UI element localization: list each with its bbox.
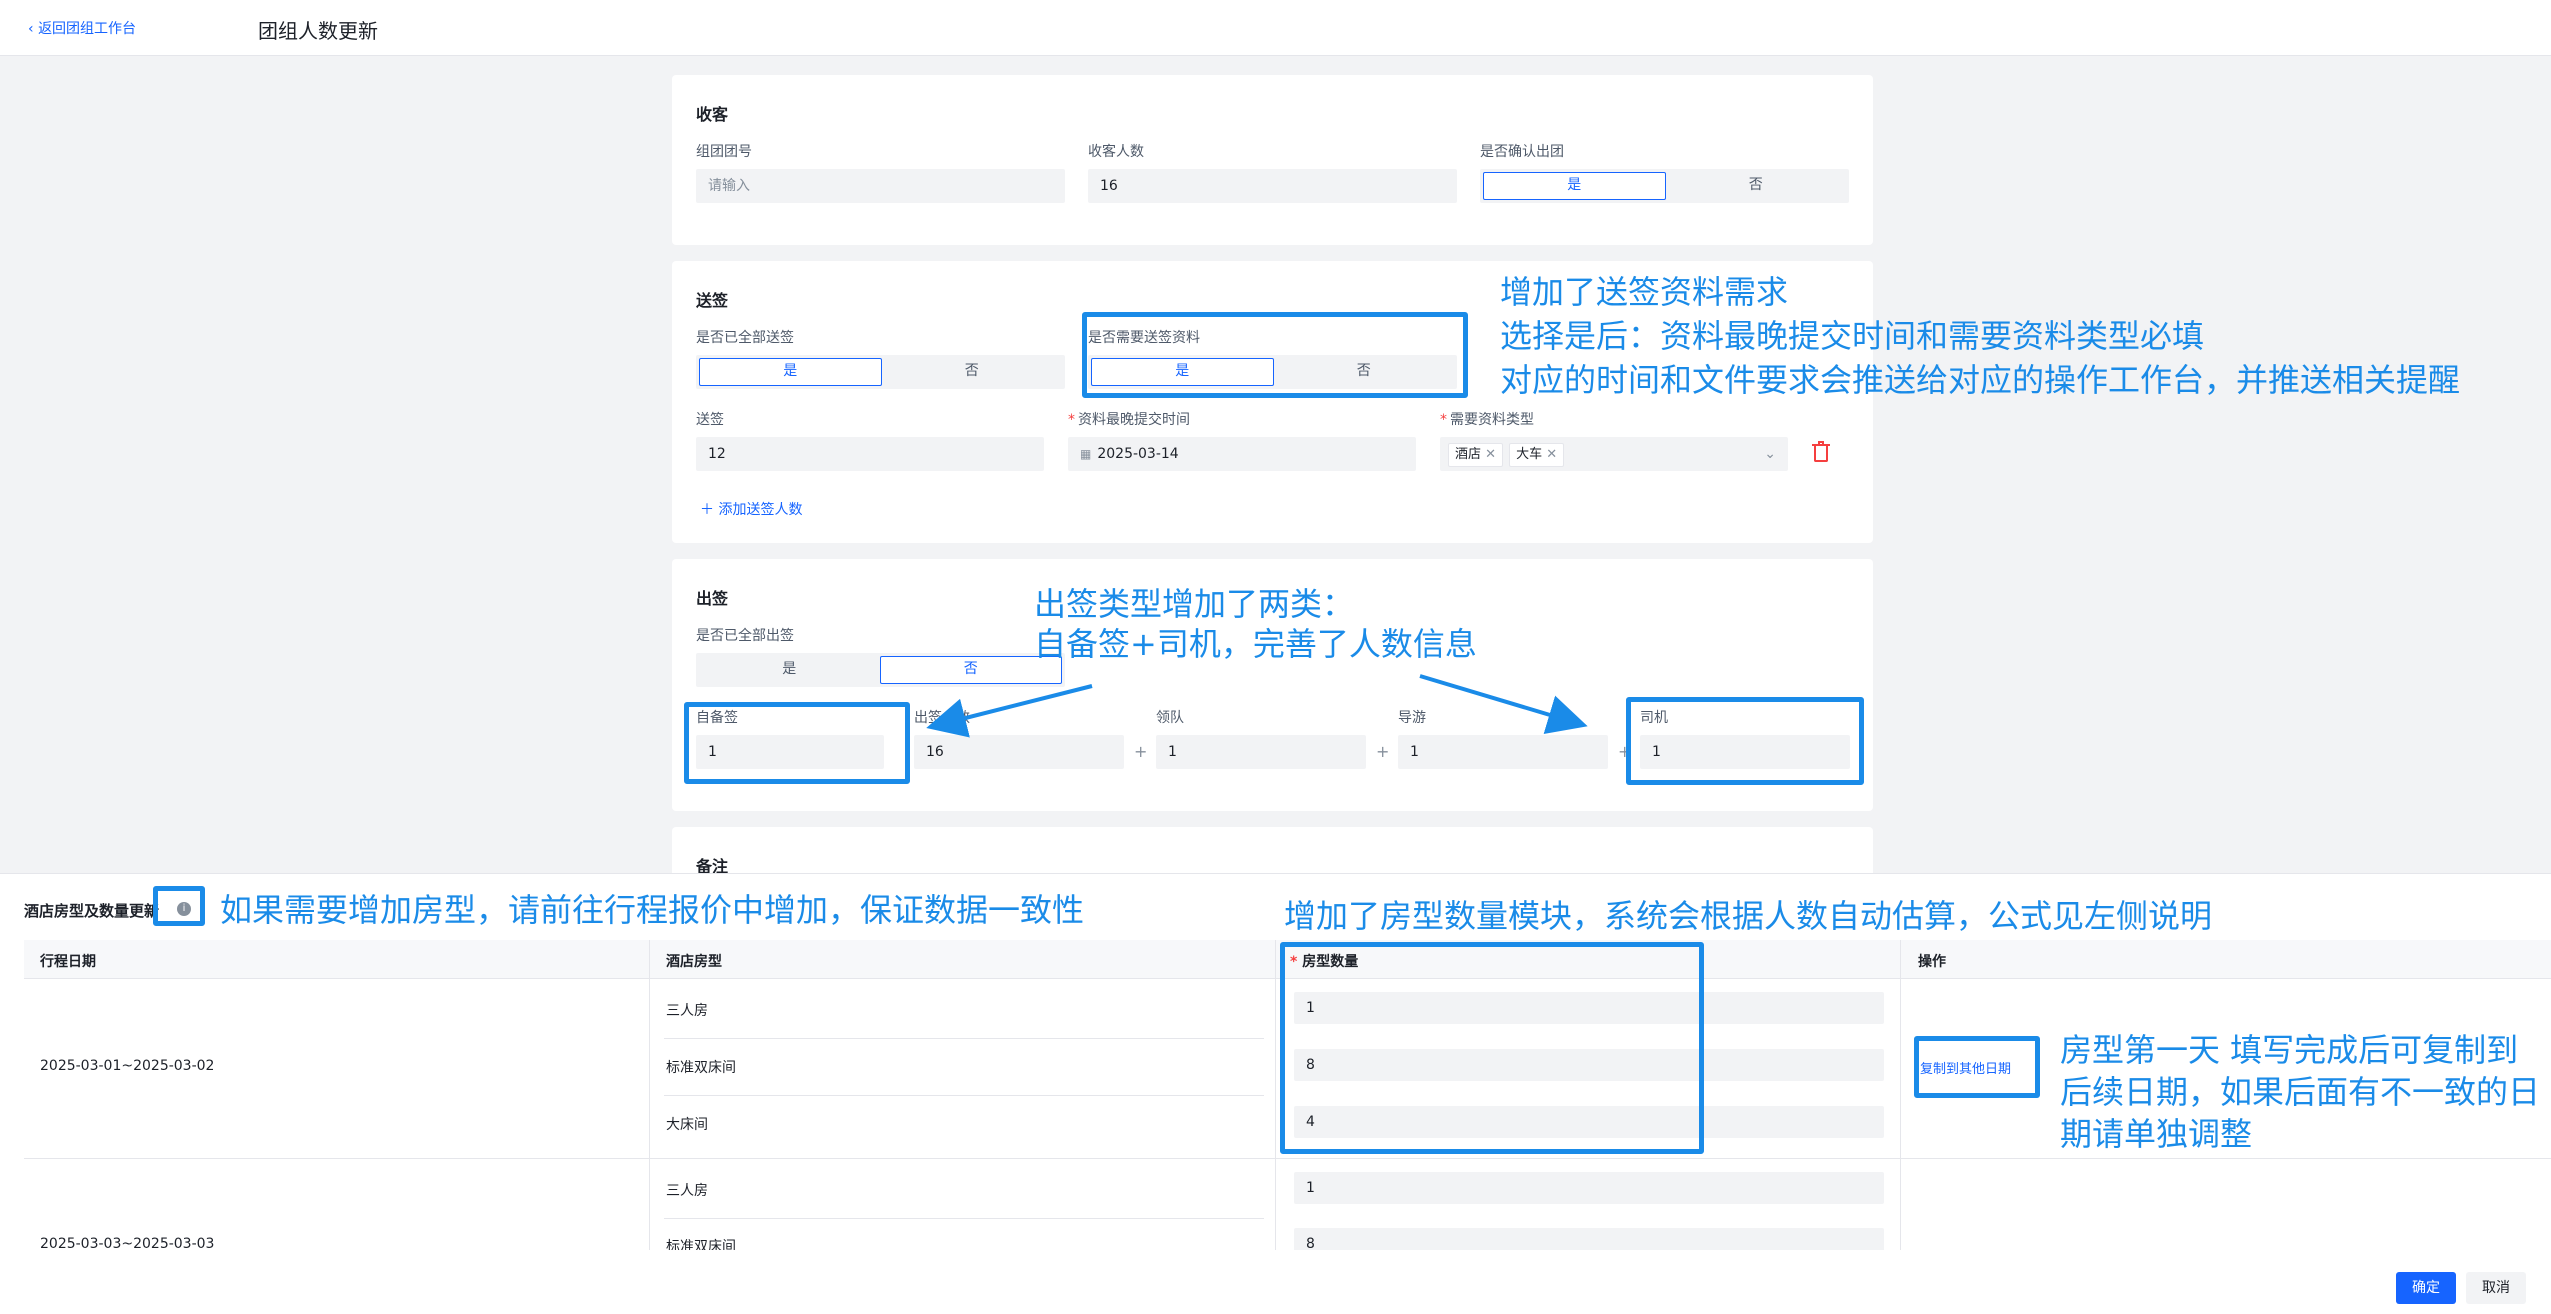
arrow-left — [926, 684, 1093, 738]
arrow-right — [1419, 674, 1588, 734]
annotation-arrows — [926, 674, 1588, 738]
